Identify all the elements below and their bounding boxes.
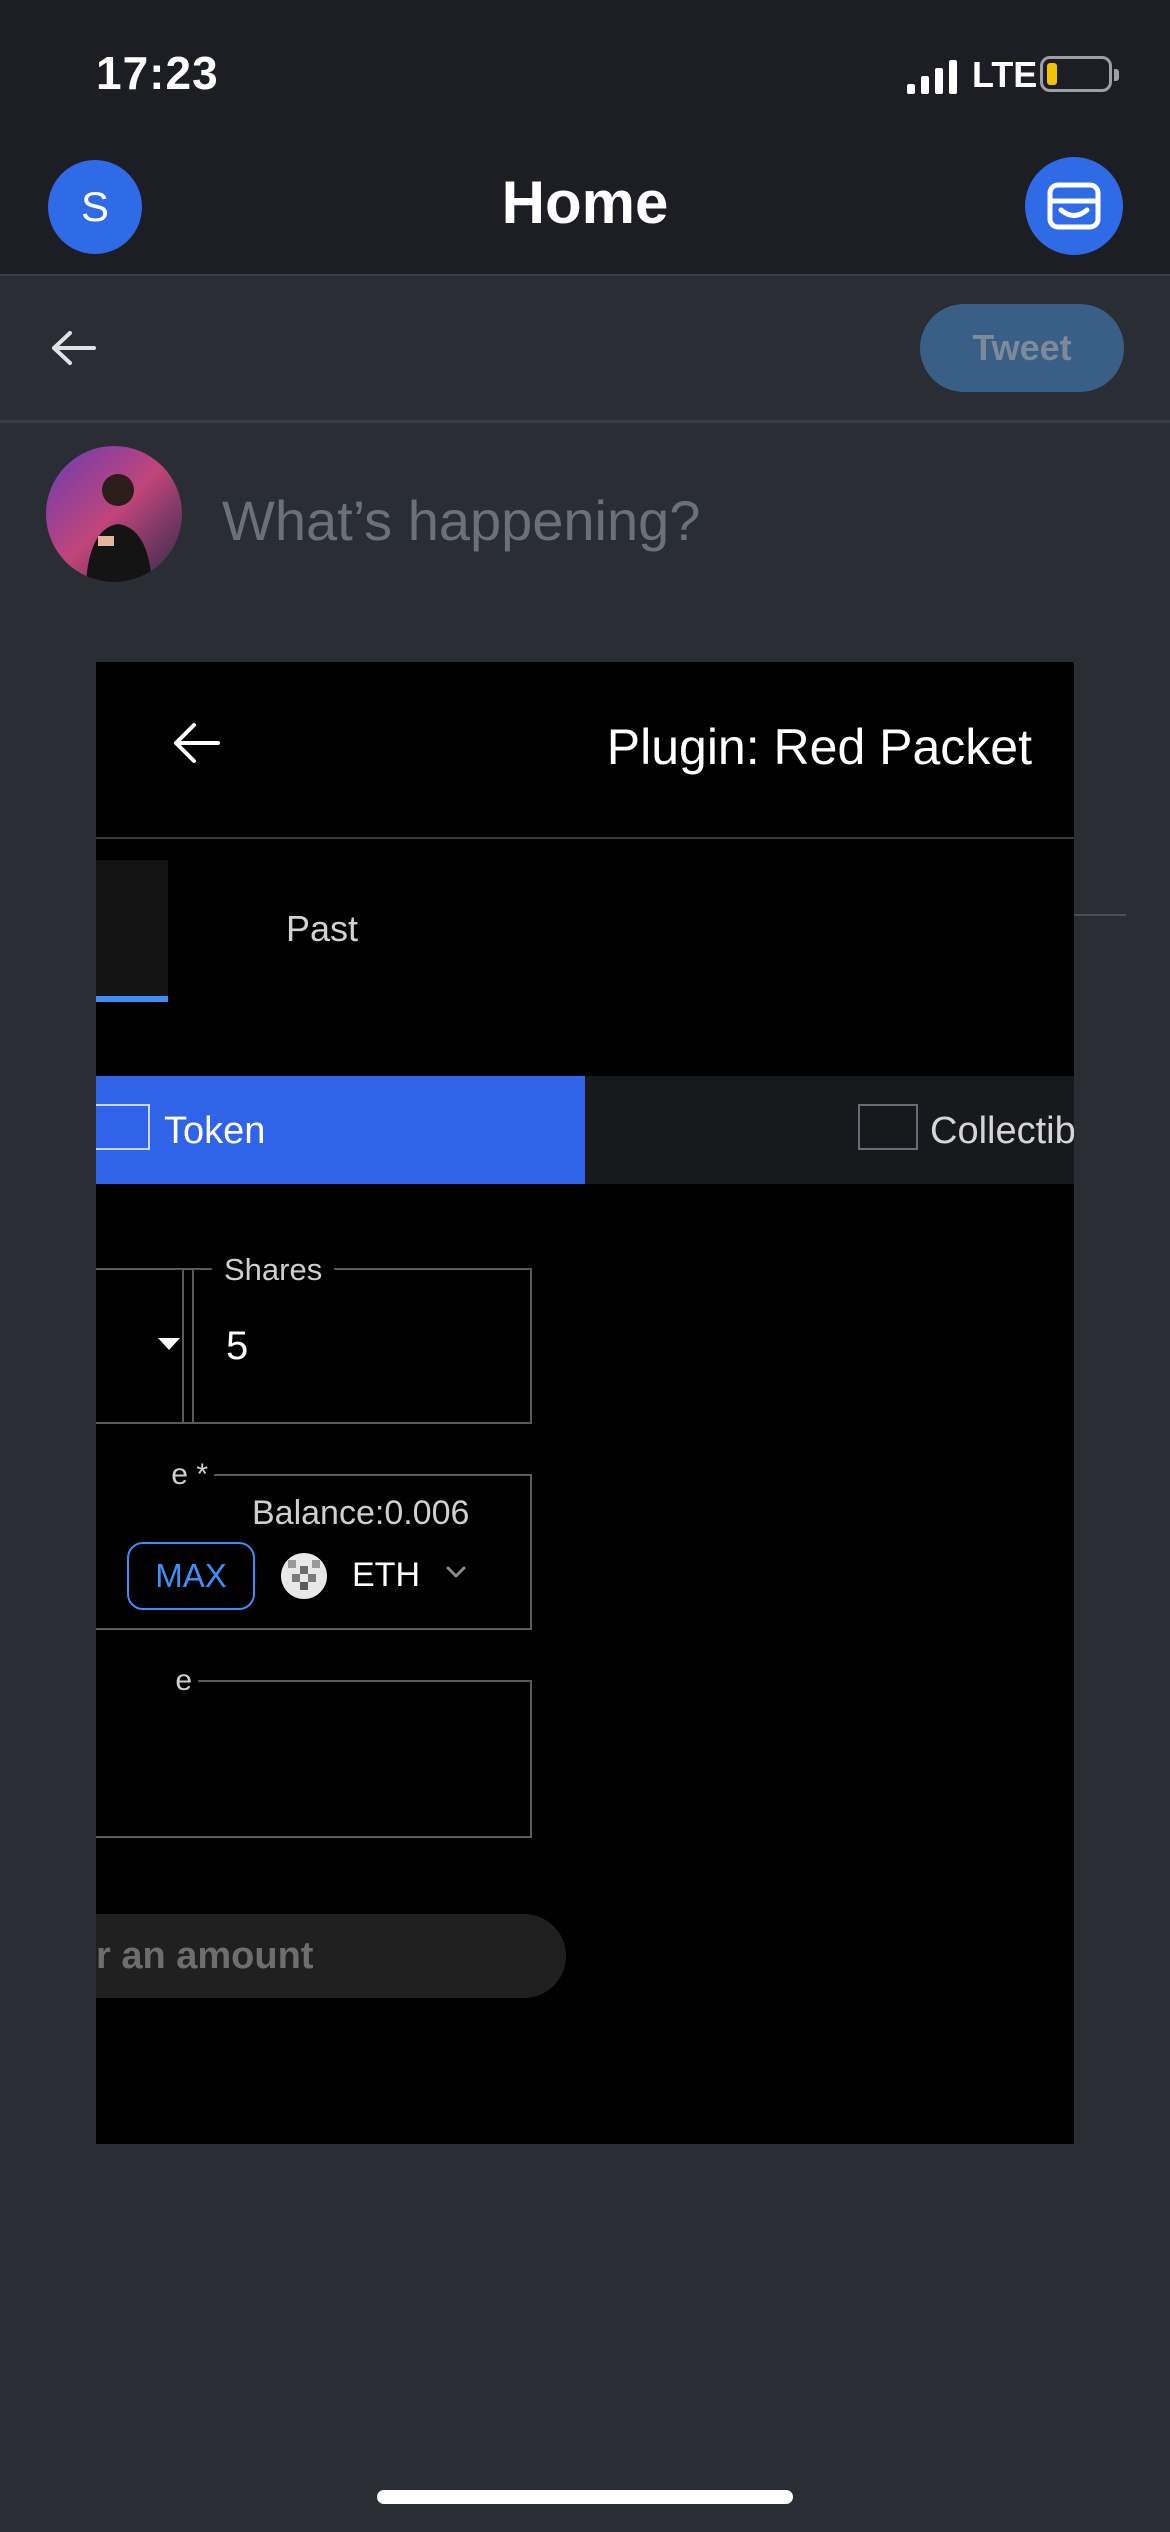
page-title: Home (501, 169, 669, 236)
eth-token-icon[interactable] (280, 1552, 328, 1600)
profile-avatar (46, 446, 182, 582)
status-time: 17:23 (96, 47, 219, 99)
battery-icon (1040, 56, 1119, 92)
tab-new[interactable] (96, 860, 168, 1000)
cellular-signal-icon (907, 60, 957, 94)
dialog-title: Plugin: Red Packet (606, 719, 1032, 775)
tweet-button[interactable]: Tweet (920, 304, 1124, 392)
shares-value: 5 (226, 1324, 249, 1368)
mask-plugin-button[interactable] (1025, 157, 1123, 255)
tab-indicator (96, 996, 168, 1002)
message-label: e (96, 1664, 198, 1698)
red-packet-dialog: Plugin: Red Packet Past Token Collectib … (96, 662, 1074, 2144)
dialog-header-divider (96, 837, 1074, 839)
network-type: LTE (972, 54, 1038, 95)
amount-label: e * (96, 1458, 214, 1492)
compose-input[interactable]: What’s happening? (222, 488, 700, 553)
back-arrow-icon[interactable] (50, 330, 96, 366)
mask-logo-icon (1047, 182, 1101, 230)
home-indicator[interactable] (377, 2490, 793, 2504)
collectible-checkbox[interactable] (858, 1104, 918, 1150)
token-checkbox[interactable] (96, 1104, 150, 1150)
token-option-label: Token (164, 1110, 266, 1152)
caret-down-icon (158, 1338, 180, 1350)
collectible-option-label: Collectib (930, 1110, 1074, 1152)
balance-text: Balance:0.006 (252, 1494, 470, 1532)
tab-past[interactable]: Past (286, 908, 358, 950)
max-button[interactable]: MAX (127, 1542, 255, 1610)
enter-amount-button[interactable]: r an amount (96, 1914, 566, 1998)
dialog-back-icon[interactable] (172, 722, 220, 764)
message-input[interactable] (96, 1680, 532, 1838)
chevron-down-icon[interactable] (444, 1562, 468, 1582)
token-symbol[interactable]: ETH (352, 1556, 420, 1595)
divider (1074, 914, 1126, 916)
shares-label: Shares (212, 1252, 335, 1288)
